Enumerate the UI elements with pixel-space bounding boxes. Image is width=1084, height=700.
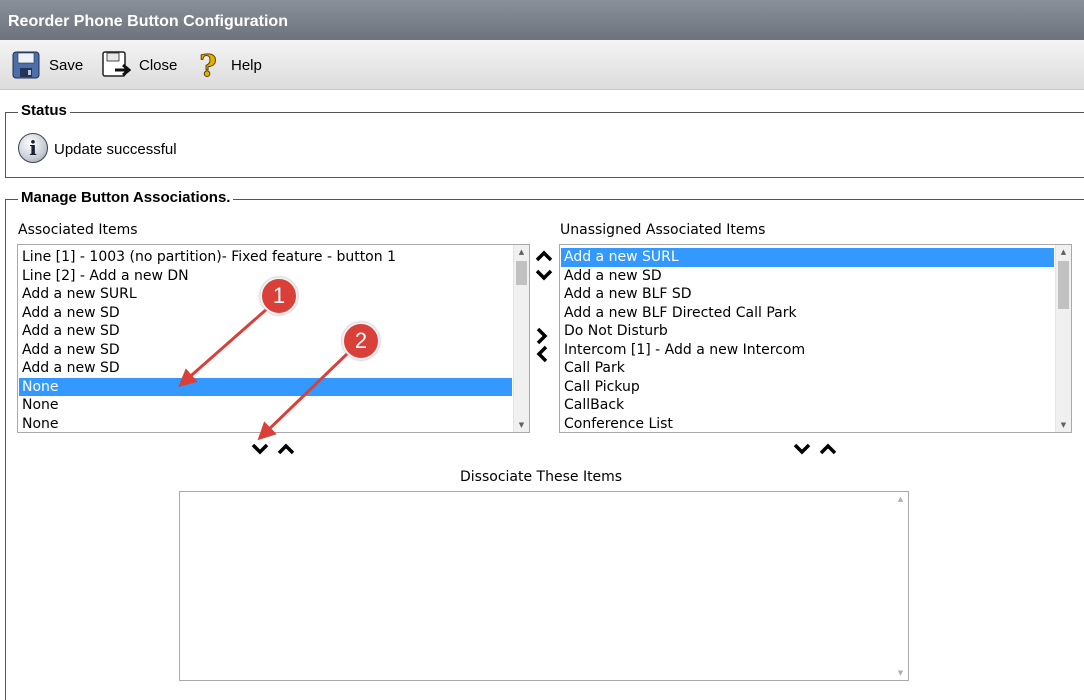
annotation-callout-1: 1: [260, 277, 298, 315]
scroll-up-icon[interactable]: ▲: [514, 247, 529, 257]
unassigned-items-label: Unassigned Associated Items: [560, 222, 766, 238]
associated-scrollbar[interactable]: ▲ ▼: [513, 245, 529, 432]
unassigned-list-item[interactable]: Add a new BLF Directed Call Park: [564, 304, 797, 323]
help-button[interactable]: ? Help: [193, 50, 262, 80]
associated-items-label: Associated Items: [18, 222, 138, 238]
unassigned-list-item[interactable]: Do Not Disturb: [564, 322, 668, 341]
toolbar: Save Close ? Help: [0, 40, 1084, 90]
move-right-icon[interactable]: [535, 327, 549, 345]
scrollbar-thumb[interactable]: [1058, 261, 1069, 309]
scroll-down-icon[interactable]: ▼: [1056, 420, 1071, 430]
scroll-down-icon[interactable]: ▼: [893, 668, 908, 678]
unassigned-list-item[interactable]: Add a new SD: [564, 267, 662, 286]
scroll-up-icon[interactable]: ▲: [1056, 247, 1071, 257]
move-down-icon[interactable]: [535, 268, 553, 282]
unassigned-items-list[interactable]: ▲ ▼ Add a new SURL Add a new SD Add a new …: [559, 244, 1072, 433]
move-up-icon[interactable]: [535, 249, 553, 263]
save-button[interactable]: Save: [11, 50, 83, 80]
unassigned-list-item[interactable]: Intercom [1] - Add a new Intercom: [564, 341, 805, 360]
dissociate-scrollbar[interactable]: ▲ ▼: [893, 492, 908, 680]
associated-items-list[interactable]: ▲ ▼ Line [1] - 1003 (no partition)- Fixe…: [17, 244, 530, 433]
unassigned-list-item[interactable]: Call Pickup: [564, 378, 640, 397]
associated-list-item[interactable]: None: [22, 396, 59, 415]
manage-legend: Manage Button Associations.: [18, 189, 234, 206]
window-title: Reorder Phone Button Configuration: [8, 13, 288, 30]
associated-list-item[interactable]: Add a new SD: [22, 359, 120, 378]
associated-selected-highlight: [19, 377, 512, 396]
help-icon: ?: [199, 50, 218, 80]
dissociate-items-label: Dissociate These Items: [460, 469, 623, 485]
associated-list-item[interactable]: Add a new SD: [22, 341, 120, 360]
save-icon: [12, 51, 40, 79]
unassigned-move-down-icon[interactable]: [793, 442, 811, 456]
scroll-down-icon[interactable]: ▼: [514, 420, 529, 430]
close-button[interactable]: Close: [101, 50, 177, 80]
window-titlebar: Reorder Phone Button Configuration: [0, 0, 1084, 40]
associated-list-item[interactable]: Line [2] - Add a new DN: [22, 267, 189, 286]
associated-list-item[interactable]: Line [1] - 1003 (no partition)- Fixed fe…: [22, 248, 396, 267]
associated-list-item[interactable]: None: [22, 415, 59, 433]
unassigned-list-item[interactable]: Add a new SURL: [564, 248, 679, 267]
associated-list-item[interactable]: Add a new SURL: [22, 285, 137, 304]
annotation-callout-2: 2: [342, 322, 380, 360]
associated-list-item[interactable]: Add a new SD: [22, 322, 120, 341]
status-legend: Status: [18, 102, 70, 119]
associated-list-item[interactable]: None: [22, 378, 59, 397]
status-message: Update successful: [54, 141, 177, 158]
svg-text:?: ?: [199, 50, 217, 80]
unassigned-list-item[interactable]: Conference List: [564, 415, 673, 433]
move-left-icon[interactable]: [535, 345, 549, 363]
unassigned-move-up-icon[interactable]: [819, 442, 837, 456]
close-label: Close: [139, 56, 178, 74]
unassigned-scrollbar[interactable]: ▲ ▼: [1055, 245, 1071, 432]
close-icon: [102, 51, 131, 77]
scrollbar-thumb[interactable]: [516, 261, 527, 285]
associated-move-down-icon[interactable]: [251, 442, 269, 456]
save-label: Save: [49, 56, 84, 74]
unassigned-list-item[interactable]: Call Park: [564, 359, 625, 378]
scroll-up-icon[interactable]: ▲: [893, 494, 908, 504]
associated-list-item[interactable]: Add a new SD: [22, 304, 120, 323]
info-icon: i: [18, 133, 48, 163]
unassigned-list-item[interactable]: Add a new BLF SD: [564, 285, 692, 304]
associated-move-up-icon[interactable]: [277, 442, 295, 456]
unassigned-list-item[interactable]: CallBack: [564, 396, 624, 415]
dissociate-items-list[interactable]: ▲ ▼: [179, 491, 909, 681]
help-label: Help: [231, 56, 262, 74]
